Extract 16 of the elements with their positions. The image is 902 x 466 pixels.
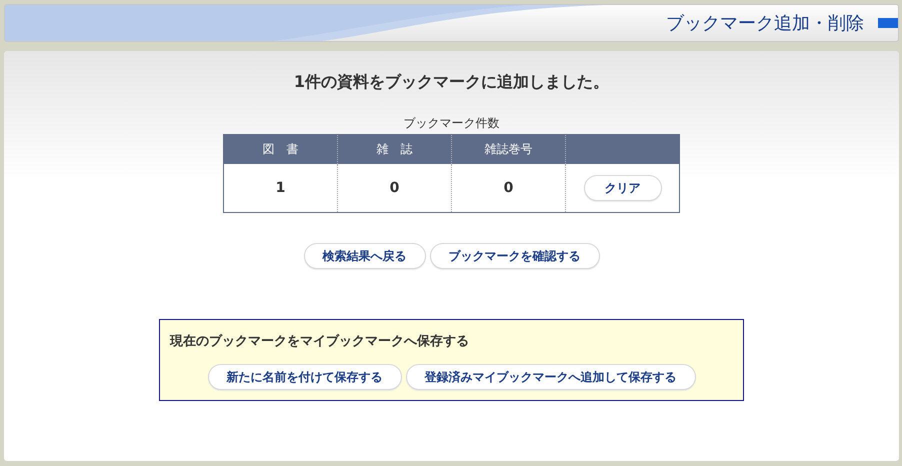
column-header: 雑 誌 [338,134,452,164]
header-marker-icon [878,18,898,28]
save-box-title: 現在のブックマークをマイブックマークへ保存する [170,332,470,350]
table-cell: 0 [452,164,566,212]
page-title: ブックマーク追加・削除 [666,12,864,35]
table-cell: 0 [338,164,452,212]
action-button[interactable]: 検索結果へ戻る [304,243,426,269]
save-button[interactable]: 新たに名前を付けて保存する [208,364,402,390]
status-message: 1件の資料をブックマークに追加しました。 [294,72,610,93]
column-header: 図 書 [224,134,338,164]
action-button[interactable]: ブックマークを確認する [430,243,600,269]
table-cell: 1 [224,164,338,212]
table-caption: ブックマーク件数 [404,115,500,132]
save-button[interactable]: 登録済みマイブックマークへ追加して保存する [406,364,696,390]
column-header: 雑誌巻号 [452,134,566,164]
clear-button[interactable]: クリア [584,175,662,201]
